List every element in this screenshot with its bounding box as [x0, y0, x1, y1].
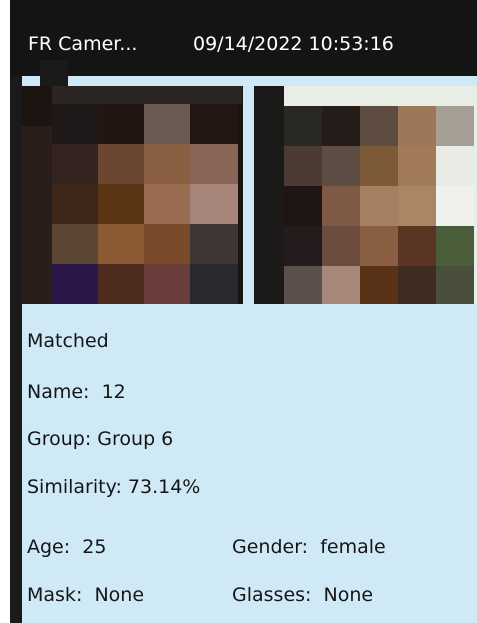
- age-row: Age: 25: [27, 536, 106, 558]
- timestamp: 09/14/2022 10:53:16: [193, 33, 394, 55]
- name-label: Name:: [27, 381, 90, 403]
- library-pixelated-face: [254, 86, 477, 304]
- glasses-value: None: [323, 584, 374, 606]
- mask-label: Mask:: [27, 584, 83, 606]
- similarity-value: 73.14%: [127, 476, 201, 498]
- match-status: Matched: [27, 330, 109, 352]
- gender-label: Gender:: [232, 536, 309, 558]
- gender-value: female: [320, 536, 386, 558]
- glasses-row: Glasses: None: [232, 584, 373, 606]
- group-row: Group: Group 6: [27, 428, 173, 450]
- name-row: Name: 12: [27, 381, 126, 403]
- snapshot-pixelated-face: [22, 86, 243, 304]
- mask-row: Mask: None: [27, 584, 144, 606]
- glasses-label: Glasses:: [232, 584, 312, 606]
- card-header: FR Camer... 09/14/2022 10:53:16: [10, 0, 477, 76]
- camera-name: FR Camer...: [28, 33, 138, 55]
- mask-value: None: [94, 584, 145, 606]
- age-label: Age:: [27, 536, 71, 558]
- gender-row: Gender: female: [232, 536, 386, 558]
- group-value: Group 6: [97, 428, 174, 450]
- group-label: Group:: [27, 428, 92, 450]
- face-match-card[interactable]: FR Camer... 09/14/2022 10:53:16 Matched …: [10, 0, 477, 623]
- name-value: 12: [101, 381, 126, 403]
- similarity-row: Similarity: 73.14%: [27, 476, 200, 498]
- similarity-label: Similarity:: [27, 476, 122, 498]
- library-image[interactable]: [254, 86, 477, 304]
- age-value: 25: [82, 536, 107, 558]
- left-edge-divider: [10, 76, 22, 623]
- snapshot-image[interactable]: [22, 86, 243, 304]
